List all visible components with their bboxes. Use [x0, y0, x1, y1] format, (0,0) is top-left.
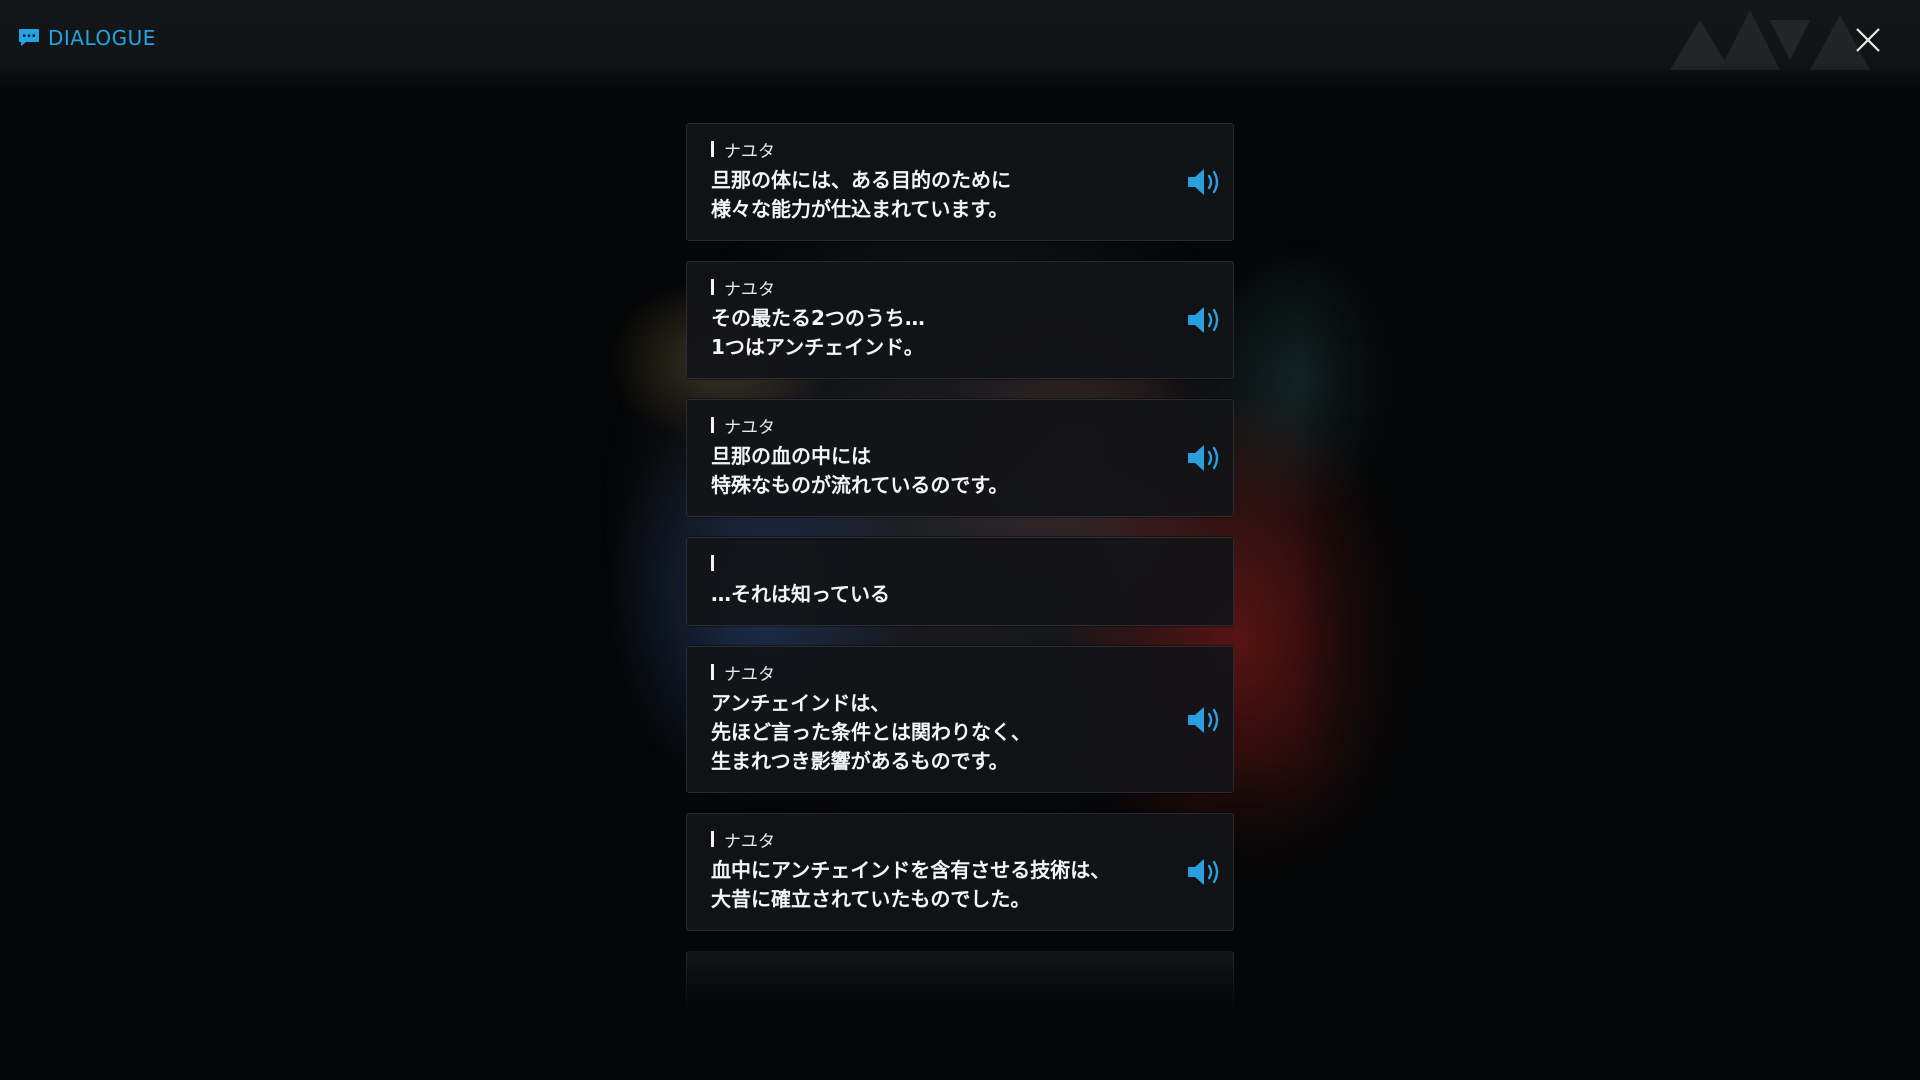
speaker-marker: [711, 664, 714, 680]
dialogue-entry: …それは知っている: [686, 537, 1234, 626]
header-bar: DIALOGUE: [0, 0, 1920, 90]
speaker-label: ナユタ: [711, 139, 1153, 162]
speaker-volume-icon[interactable]: [1185, 441, 1223, 475]
dialogue-text: アンチェインドは、 先ほど言った条件とは関わりなく、 生まれつき影響があるもので…: [711, 691, 1031, 773]
speaker-marker: [711, 141, 714, 157]
dialogue-text: その最たる2つのうち… 1つはアンチェインド。: [711, 306, 925, 359]
dialogue-log-screen: DIALOGUE ナユタ 旦那の体には、ある目的のために 様々な能力が仕込まれて…: [0, 0, 1920, 1080]
speaker-marker: [711, 417, 714, 433]
dialogue-entry: ナユタ 旦那の体には、ある目的のために 様々な能力が仕込まれています。: [686, 123, 1234, 241]
speaker-label: ナユタ: [711, 829, 1153, 852]
speaker-label: ナユタ: [711, 662, 1153, 685]
speaker-marker: [711, 555, 714, 571]
speaker-label: ナユタ: [711, 277, 1153, 300]
dialogue-entry: ナユタ 血中にアンチェインドを含有させる技術は、 大昔に確立されていたものでした…: [686, 813, 1234, 931]
dialogue-text: 旦那の体には、ある目的のために 様々な能力が仕込まれています。: [711, 168, 1011, 221]
speaker-label: ナユタ: [711, 415, 1153, 438]
speaker-name: ナユタ: [724, 831, 775, 852]
speaker-volume-icon[interactable]: [1185, 855, 1223, 889]
speaker-marker: [711, 831, 714, 847]
dialogue-entry: ナユタ 旦那の血の中には 特殊なものが流れているのです。: [686, 399, 1234, 517]
chat-bubble-icon: [19, 29, 39, 46]
speaker-marker: [711, 279, 714, 295]
dialogue-text: …それは知っている: [711, 582, 890, 606]
dialogue-text: 血中にアンチェインドを含有させる技術は、 大昔に確立されていたものでした。: [711, 858, 1111, 911]
speaker-name: ナユタ: [724, 664, 775, 685]
dialogue-entry: ナユタ その最たる2つのうち… 1つはアンチェインド。: [686, 261, 1234, 379]
page-title-text: DIALOGUE: [48, 26, 156, 50]
dialogue-entry: ナユタ アンチェインドは、 先ほど言った条件とは関わりなく、 生まれつき影響があ…: [686, 646, 1234, 793]
page-title: DIALOGUE: [18, 26, 156, 50]
close-icon[interactable]: [1854, 26, 1882, 54]
speaker-name: ナユタ: [724, 417, 775, 438]
speaker-label: [711, 553, 1153, 573]
dialogue-text: 旦那の血の中には 特殊なものが流れているのです。: [711, 444, 1009, 497]
speaker-volume-icon[interactable]: [1185, 703, 1223, 737]
header-decoration: [1670, 10, 1870, 70]
dialogue-log-list[interactable]: ナユタ 旦那の体には、ある目的のために 様々な能力が仕込まれています。 ナユタ …: [686, 123, 1234, 1013]
bottom-fade: [0, 960, 1920, 1080]
speaker-volume-icon[interactable]: [1185, 165, 1223, 199]
speaker-name: ナユタ: [724, 279, 775, 300]
speaker-volume-icon[interactable]: [1185, 303, 1223, 337]
speaker-name: ナユタ: [724, 141, 775, 162]
